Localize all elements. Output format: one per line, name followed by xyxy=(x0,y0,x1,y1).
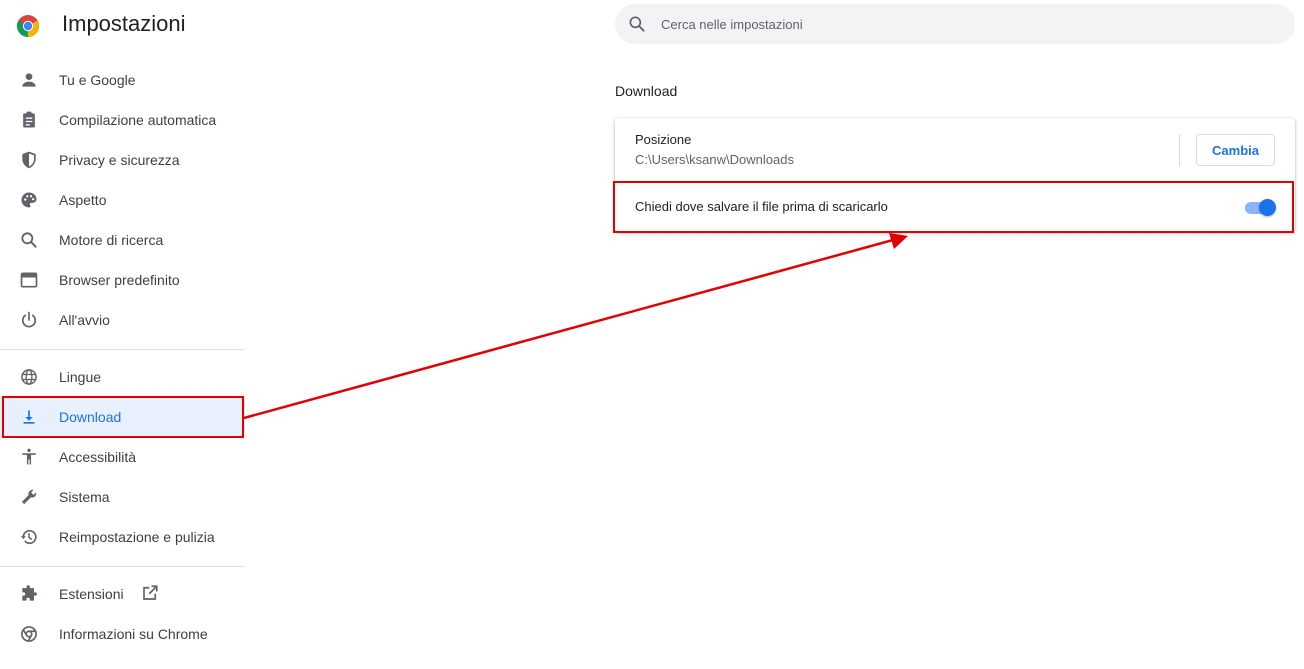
sidebar-item-accessibilita[interactable]: Accessibilità xyxy=(0,437,245,477)
open-in-new-icon xyxy=(143,585,158,600)
wrench-icon xyxy=(21,489,37,505)
globe-icon xyxy=(21,369,37,385)
sidebar-item-motore-di-ricerca[interactable]: Motore di ricerca xyxy=(0,220,245,260)
page-title: Impostazioni xyxy=(62,11,186,36)
sidebar-item-label: Estensioni xyxy=(59,586,124,602)
location-value: C:\Users\ksanw\Downloads xyxy=(635,152,794,167)
sidebar-item-label: All'avvio xyxy=(59,312,110,328)
sidebar-item-browser-predefinito[interactable]: Browser predefinito xyxy=(0,260,245,300)
vertical-separator xyxy=(1179,134,1180,166)
puzzle-icon xyxy=(22,585,37,601)
location-label: Posizione xyxy=(635,132,692,147)
sidebar-item-label: Privacy e sicurezza xyxy=(59,152,180,168)
sidebar-item-reimpostazione-e-pulizia[interactable]: Reimpostazione e pulizia xyxy=(0,517,245,557)
history-icon xyxy=(20,529,37,545)
annotation-highlight-download-nav xyxy=(2,396,244,438)
clipboard-icon xyxy=(23,111,35,128)
annotation-highlight-ask-toggle-row xyxy=(613,181,1294,233)
browser-window-icon xyxy=(20,272,38,288)
sidebar-item-label: Aspetto xyxy=(59,192,107,208)
accessibility-icon xyxy=(22,448,36,465)
sidebar-item-lingue[interactable]: Lingue xyxy=(0,357,245,397)
sidebar-item-label: Informazioni su Chrome xyxy=(59,626,208,642)
sidebar-divider xyxy=(0,566,245,567)
power-icon xyxy=(21,311,37,328)
sidebar-item-label: Sistema xyxy=(59,489,110,505)
shield-icon xyxy=(22,151,36,169)
search-icon xyxy=(21,232,37,248)
chrome-icon xyxy=(21,626,37,642)
sidebar-item-privacy-e-sicurezza[interactable]: Privacy e sicurezza xyxy=(0,140,245,180)
sidebar-item-compilazione-automatica[interactable]: Compilazione automatica xyxy=(0,100,245,140)
search-input[interactable] xyxy=(661,4,1261,44)
sidebar-item-aspetto[interactable]: Aspetto xyxy=(0,180,245,220)
section-title: Download xyxy=(615,83,678,99)
settings-search-bar[interactable] xyxy=(615,4,1295,44)
palette-icon xyxy=(21,192,37,208)
sidebar-item-tu-e-google[interactable]: Tu e Google xyxy=(0,60,245,100)
sidebar-item-estensioni[interactable]: Estensioni xyxy=(0,574,245,614)
sidebar-divider xyxy=(0,349,245,350)
chrome-logo-icon xyxy=(17,15,39,37)
search-icon xyxy=(629,16,645,32)
sidebar-item-label: Tu e Google xyxy=(59,72,136,88)
sidebar-item-label: Lingue xyxy=(59,369,102,385)
sidebar-item-label: Browser predefinito xyxy=(59,272,180,288)
change-location-button[interactable]: Cambia xyxy=(1196,134,1275,166)
sidebar-item-all-avvio[interactable]: All'avvio xyxy=(0,300,245,340)
sidebar-item-sistema[interactable]: Sistema xyxy=(0,477,245,517)
sidebar-item-label: Compilazione automatica xyxy=(59,112,217,128)
sidebar-item-label: Motore di ricerca xyxy=(59,232,164,248)
person-icon xyxy=(22,73,36,87)
sidebar-item-label: Accessibilità xyxy=(59,449,137,465)
sidebar-item-informazioni-su-chrome[interactable]: Informazioni su Chrome xyxy=(0,614,245,654)
sidebar-item-label: Reimpostazione e pulizia xyxy=(59,529,215,545)
